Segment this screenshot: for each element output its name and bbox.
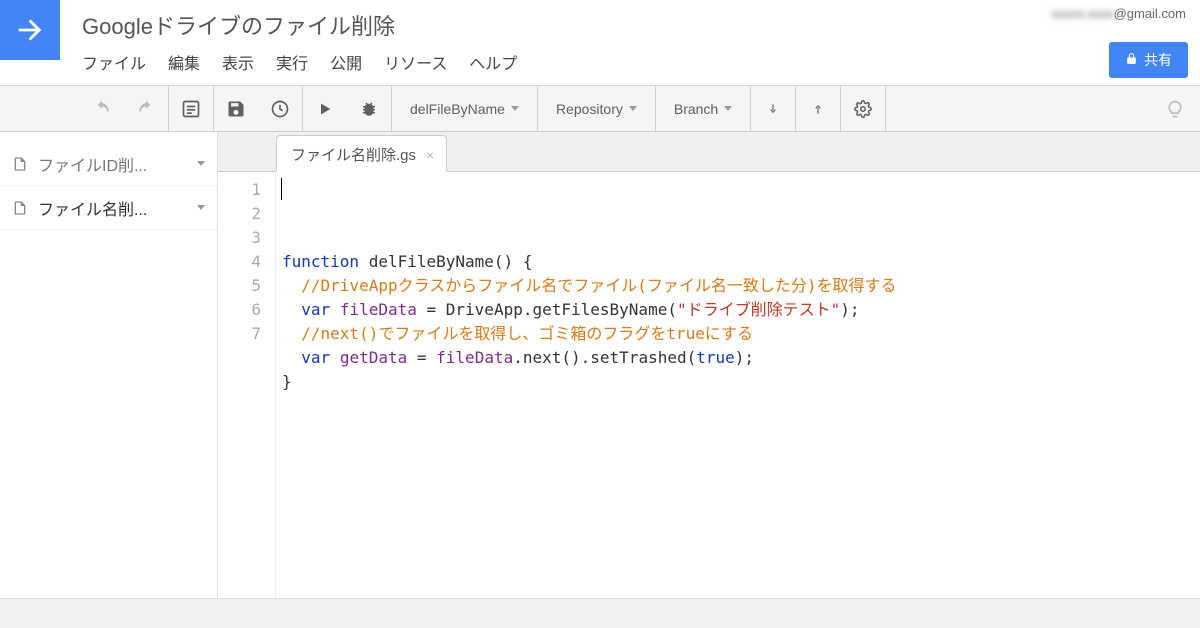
history-button[interactable] <box>258 86 302 131</box>
project-title[interactable]: Googleドライブのファイル削除 <box>82 14 517 40</box>
menu-bar: ファイル 編集 表示 実行 公開 リソース ヘルプ <box>82 50 517 74</box>
debug-button[interactable] <box>347 86 391 131</box>
gutter-line-number: 1 <box>218 178 261 202</box>
menu-help[interactable]: ヘルプ <box>469 50 517 74</box>
push-button[interactable] <box>796 86 840 131</box>
undo-button[interactable] <box>80 86 124 131</box>
file-sidebar: ファイルID削... ファイル名削... <box>0 132 218 598</box>
status-bar <box>0 598 1200 628</box>
code-line[interactable]: var fileData = DriveApp.getFilesByName("… <box>282 298 1200 322</box>
code-area[interactable]: 1234567 function delFileByName() { //Dri… <box>218 172 1200 598</box>
redo-button[interactable] <box>124 86 168 131</box>
file-icon <box>12 198 28 218</box>
repository-dropdown[interactable]: Repository <box>538 86 655 131</box>
code-line[interactable] <box>282 394 1200 418</box>
menu-view[interactable]: 表示 <box>222 50 254 74</box>
pull-button[interactable] <box>751 86 795 131</box>
code-line[interactable]: //next()でファイルを取得し、ゴミ箱のフラグをtrueにする <box>282 322 1200 346</box>
apps-script-logo[interactable] <box>0 0 60 60</box>
save-button[interactable] <box>214 86 258 131</box>
sidebar-file-label: ファイル名削... <box>38 196 147 220</box>
chevron-down-icon <box>511 106 519 111</box>
code-content[interactable]: function delFileByName() { //DriveAppクラス… <box>276 172 1200 598</box>
share-button[interactable]: 共有 <box>1109 42 1188 78</box>
toolbar: delFileByName Repository Branch <box>0 86 1200 132</box>
menu-resource[interactable]: リソース <box>384 50 447 74</box>
editor-tab-row: ファイル名削除.gs × <box>218 132 1200 172</box>
branch-dropdown[interactable]: Branch <box>656 86 750 131</box>
gutter-line-number: 5 <box>218 274 261 298</box>
chevron-down-icon <box>629 106 637 111</box>
function-selector[interactable]: delFileByName <box>392 86 537 131</box>
main-split: ファイルID削... ファイル名削... ファイル名削除.gs × 1234567… <box>0 132 1200 598</box>
editor-tab-active[interactable]: ファイル名削除.gs × <box>276 135 447 172</box>
line-gutter: 1234567 <box>218 172 276 598</box>
gutter-line-number: 4 <box>218 250 261 274</box>
chevron-down-icon <box>724 106 732 111</box>
code-line[interactable]: var getData = fileData.next().setTrashed… <box>282 346 1200 370</box>
chevron-down-icon[interactable] <box>197 161 205 166</box>
menu-run[interactable]: 実行 <box>276 50 308 74</box>
code-line[interactable]: function delFileByName() { <box>282 250 1200 274</box>
gutter-line-number: 2 <box>218 202 261 226</box>
code-line[interactable]: } <box>282 370 1200 394</box>
menu-edit[interactable]: 編集 <box>168 50 200 74</box>
settings-gear-button[interactable] <box>841 86 885 131</box>
file-icon <box>12 154 28 174</box>
gutter-line-number: 3 <box>218 226 261 250</box>
user-email[interactable]: xxxxx.xxxx@gmail.com <box>1051 6 1186 21</box>
run-button[interactable] <box>303 86 347 131</box>
lock-icon <box>1125 52 1138 68</box>
chevron-down-icon[interactable] <box>197 205 205 210</box>
code-line[interactable]: //DriveAppクラスからファイル名でファイル(ファイル名一致した分)を取得… <box>282 274 1200 298</box>
header: Googleドライブのファイル削除 ファイル 編集 表示 実行 公開 リソース … <box>0 0 1200 86</box>
menu-file[interactable]: ファイル <box>82 50 146 74</box>
tab-label: ファイル名削除.gs <box>291 144 416 165</box>
menu-publish[interactable]: 公開 <box>330 50 362 74</box>
sidebar-file-label: ファイルID削... <box>38 152 147 176</box>
close-icon[interactable]: × <box>426 147 434 163</box>
sidebar-file-item[interactable]: ファイル名削... <box>0 186 217 230</box>
gutter-line-number: 7 <box>218 322 261 346</box>
title-area: Googleドライブのファイル削除 ファイル 編集 表示 実行 公開 リソース … <box>82 0 517 74</box>
text-cursor <box>281 178 282 200</box>
gutter-line-number: 6 <box>218 298 261 322</box>
hint-bulb-icon[interactable] <box>1150 99 1200 119</box>
indent-button[interactable] <box>169 86 213 131</box>
editor-panel: ファイル名削除.gs × 1234567 function delFileByN… <box>218 132 1200 598</box>
sidebar-file-item[interactable]: ファイルID削... <box>0 142 217 186</box>
